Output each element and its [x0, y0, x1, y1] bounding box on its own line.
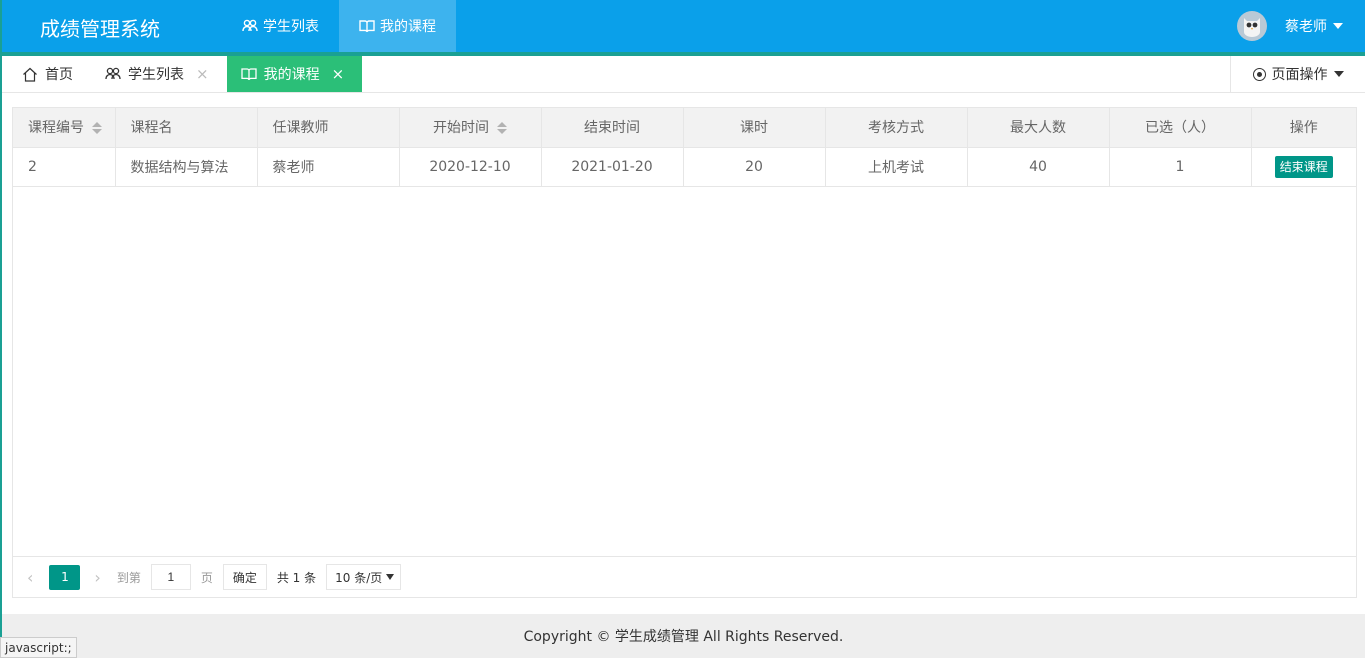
end-course-button[interactable]: 结束课程: [1274, 155, 1333, 178]
home-icon: [23, 67, 37, 82]
cell-start-time: 2020-12-10: [399, 147, 542, 187]
column-header-course-id[interactable]: 课程编号: [13, 108, 116, 148]
column-header-teacher: 任课教师: [257, 108, 400, 148]
tab-bar: 首页 学生列表 × 我的课程 × 页面操作: [2, 56, 1365, 93]
cell-course-name: 数据结构与算法: [115, 147, 258, 187]
topnav-student-list-label: 学生列表: [263, 19, 319, 35]
column-header-course-name: 课程名: [115, 108, 258, 148]
cell-actions: 结束课程: [1251, 147, 1356, 187]
topnav-student-list[interactable]: 学生列表: [222, 0, 339, 52]
goto-label: 到第: [116, 570, 141, 585]
page-unit-label: 页: [200, 570, 213, 585]
top-nav: 学生列表 我的课程: [222, 0, 456, 52]
tab-student-list[interactable]: 学生列表 ×: [91, 56, 227, 92]
cell-exam-type: 上机考试: [825, 147, 968, 187]
tab-my-courses-label: 我的课程: [263, 67, 320, 83]
chevron-down-icon: [1333, 23, 1343, 29]
cell-max-students: 40: [967, 147, 1110, 187]
close-icon[interactable]: ×: [332, 65, 345, 83]
column-header-hours: 课时: [683, 108, 826, 148]
sort-icon[interactable]: [92, 122, 102, 135]
book-icon: [359, 20, 375, 33]
tab-home[interactable]: 首页: [2, 56, 91, 92]
chevron-down-icon: [386, 574, 395, 580]
users-icon: [105, 67, 121, 80]
column-header-actions: 操作: [1251, 108, 1356, 148]
page-size-value: 10 条/页: [335, 570, 383, 585]
prev-page-icon[interactable]: ‹: [27, 568, 33, 587]
page-operations-label: 页面操作: [1271, 67, 1328, 83]
table-row: 2 数据结构与算法 蔡老师 2020-12-10 2021-01-20 20 上…: [13, 147, 1356, 187]
column-header-exam-type: 考核方式: [825, 108, 968, 148]
cell-selected: 1: [1109, 147, 1252, 187]
cell-end-time: 2021-01-20: [541, 147, 684, 187]
owl-avatar-icon: [1244, 18, 1260, 37]
column-header-max-students: 最大人数: [967, 108, 1110, 148]
page-size-select[interactable]: 10 条/页: [326, 564, 402, 590]
app-logo-title: 成绩管理系统: [40, 17, 160, 41]
avatar: [1237, 11, 1267, 41]
users-icon: [242, 19, 258, 32]
chevron-down-icon: [1333, 71, 1344, 77]
user-menu[interactable]: 蔡老师: [1237, 0, 1343, 52]
cell-hours: 20: [683, 147, 826, 187]
total-count: 共 1 条: [276, 570, 317, 585]
column-header-end-time: 结束时间: [541, 108, 684, 148]
next-page-icon[interactable]: ›: [94, 568, 100, 587]
tab-my-courses[interactable]: 我的课程 ×: [226, 56, 363, 92]
page-number-current[interactable]: 1: [49, 564, 81, 590]
target-icon: [1252, 67, 1266, 81]
course-table: 课程编号 课程名 任课教师 开始时间 结束时间 课时 考核方式 最大人数 已选（…: [13, 108, 1356, 187]
sort-icon[interactable]: [497, 122, 507, 135]
table-header-row: 课程编号 课程名 任课教师 开始时间 结束时间 课时 考核方式 最大人数 已选（…: [13, 108, 1356, 148]
book-icon: [240, 68, 257, 81]
page-operations-button[interactable]: 页面操作: [1230, 56, 1365, 92]
column-header-selected: 已选（人）: [1109, 108, 1252, 148]
browser-status-bar: javascript:;: [0, 637, 77, 658]
tab-home-label: 首页: [45, 67, 73, 83]
column-header-start-time[interactable]: 开始时间: [399, 108, 542, 148]
goto-confirm-button[interactable]: 确定: [222, 564, 267, 590]
topnav-my-courses[interactable]: 我的课程: [339, 0, 456, 52]
user-name: 蔡老师: [1285, 19, 1327, 35]
topnav-my-courses-label: 我的课程: [380, 19, 436, 35]
course-table-panel: 课程编号 课程名 任课教师 开始时间 结束时间 课时 考核方式 最大人数 已选（…: [12, 107, 1357, 598]
cell-teacher: 蔡老师: [257, 147, 400, 187]
pagination: ‹ 1 › 到第 页 确定 共 1 条 10 条/页: [13, 556, 1356, 597]
app-root: 成绩管理系统 学生列表 我的课程 蔡老师 首页 学生列表 × 我的课程 × 页面…: [0, 0, 1365, 658]
goto-page-input[interactable]: [150, 564, 191, 590]
tab-student-list-label: 学生列表: [128, 67, 184, 83]
close-icon[interactable]: ×: [196, 65, 209, 83]
footer: Copyright © 学生成绩管理 All Rights Reserved.: [2, 614, 1365, 658]
top-header: 成绩管理系统 学生列表 我的课程 蔡老师: [2, 0, 1365, 52]
cell-course-id: 2: [13, 147, 116, 187]
